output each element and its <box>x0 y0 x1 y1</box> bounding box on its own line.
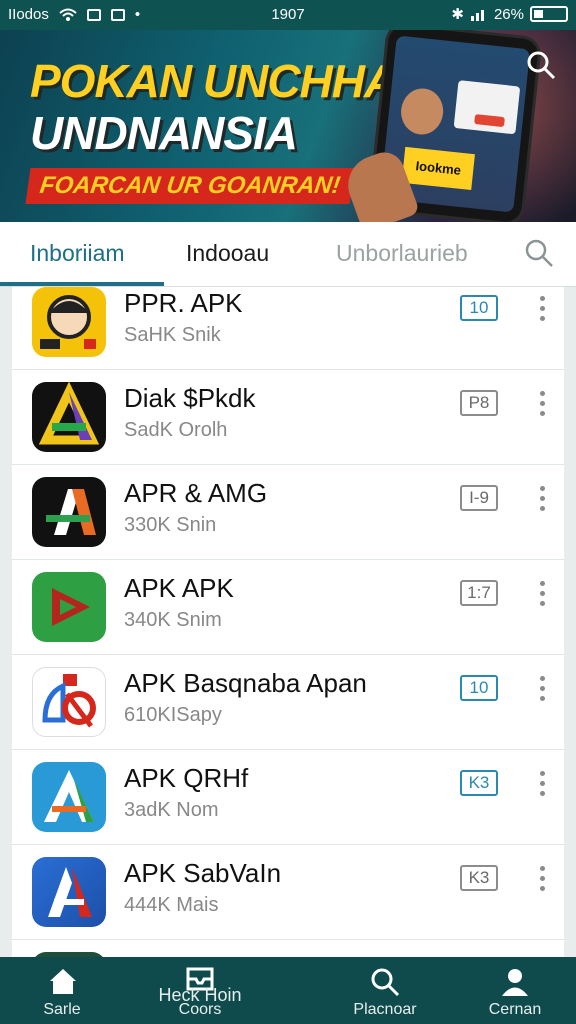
version-badge: K3 <box>460 865 498 891</box>
play-logo-icon <box>52 588 90 626</box>
person-illustration <box>398 86 446 137</box>
search-icon[interactable] <box>526 50 556 80</box>
list-item[interactable]: APR & AMG 330K Snin I-9 <box>12 464 564 560</box>
version-badge: 10 <box>460 675 498 701</box>
status-bar: IIodos • 1907 ✱ 26% <box>0 0 576 30</box>
app-title: PPR. APK <box>124 288 243 318</box>
more-icon[interactable] <box>538 771 546 799</box>
more-icon[interactable] <box>538 296 546 324</box>
app-icon <box>32 572 106 642</box>
app-icon <box>32 762 106 832</box>
more-icon[interactable] <box>538 486 546 514</box>
drop-logo-icon <box>42 674 96 728</box>
phone-label: Iookme <box>401 146 475 191</box>
tab-inboriiam[interactable]: Inboriiam <box>30 240 125 267</box>
app-subtitle: 444K Mais <box>124 894 219 916</box>
app-icon <box>32 287 106 357</box>
app-icon <box>32 667 106 737</box>
signal-icon <box>470 10 484 21</box>
tab-unborlaurieb[interactable]: Unborlaurieb <box>336 240 468 267</box>
face-logo-icon <box>40 295 96 349</box>
more-icon[interactable] <box>538 581 546 609</box>
app-list: PPR. APK SaHK Snik 10 Diak $Pkdk SadK Or… <box>12 287 564 957</box>
a-logo-icon <box>44 770 94 822</box>
app-subtitle: SadK Orolh <box>124 419 228 441</box>
active-tab-indicator <box>0 282 164 286</box>
list-item[interactable]: PPR. APK SaHK Snik 10 <box>12 287 564 370</box>
list-item[interactable]: APK APK 340K Snim 1:7 <box>12 559 564 655</box>
person-icon <box>502 969 528 996</box>
battery-percent: 26% <box>493 5 524 23</box>
list-item[interactable]: APK Basqnaba Apan 610KISapy 10 <box>12 654 564 750</box>
version-badge: 1:7 <box>460 580 498 606</box>
banner-tagline: FOARCAN UR GOANRAN! <box>25 168 355 204</box>
app-title: Diak $Pkdk <box>124 383 256 413</box>
app-icon <box>32 382 106 452</box>
search-icon <box>371 968 400 997</box>
app-title: APK QRHf <box>124 763 249 793</box>
app-title: APR & AMG <box>124 478 268 508</box>
triangle-logo-icon <box>38 382 100 445</box>
bluetooth-icon: ✱ <box>451 6 464 23</box>
home-icon <box>50 969 76 994</box>
a-logo-icon <box>46 489 96 535</box>
more-icon[interactable] <box>538 866 546 894</box>
search-icon[interactable] <box>524 238 554 268</box>
nav-label: Coors <box>178 1001 222 1018</box>
app-title: APK Basqnaba Apan <box>124 668 367 698</box>
banner-headline-2: UNDNANSIA <box>30 107 298 159</box>
more-icon[interactable] <box>538 391 546 419</box>
version-badge: 10 <box>460 295 498 321</box>
more-icon[interactable] <box>538 676 546 704</box>
list-item[interactable] <box>12 939 564 957</box>
nav-item-search[interactable]: Placnoar <box>330 957 440 1024</box>
version-badge: P8 <box>460 390 498 416</box>
a-logo-icon <box>48 867 92 917</box>
app-title: APK SabVaIn <box>124 858 282 888</box>
promo-banner[interactable]: POKAN UNCHHA UNDNANSIA FOARCAN UR GOANRA… <box>0 30 576 222</box>
nav-label: Placnoar <box>353 1001 417 1018</box>
banner-headline-1: POKAN UNCHHA <box>30 55 397 107</box>
version-badge: I-9 <box>460 485 498 511</box>
nav-label: Sarle <box>43 1001 81 1018</box>
tab-indooau[interactable]: Indooau <box>186 240 269 267</box>
app-subtitle: 610KISapy <box>124 704 222 726</box>
app-icon <box>32 477 106 547</box>
nav-item-profile[interactable]: Cernan <box>470 957 560 1024</box>
version-badge: K3 <box>460 770 498 796</box>
list-item[interactable]: APK QRHf 3adK Nom K3 <box>12 749 564 845</box>
nav-label: Cernan <box>488 1001 542 1018</box>
nav-item-inbox[interactable]: Heck Hoin Coors <box>140 957 260 1024</box>
battery-icon <box>530 6 568 22</box>
bottom-nav: Sarle Heck Hoin Coors Placnoar Cernan <box>0 957 576 1024</box>
tab-bar: Inboriiam Indooau Unborlaurieb <box>0 222 576 287</box>
app-title: APK APK <box>124 573 234 603</box>
app-icon <box>32 857 106 927</box>
app-subtitle: 330K Snin <box>124 514 217 536</box>
screen-card <box>453 80 521 135</box>
nav-item-home[interactable]: Sarle <box>20 957 104 1024</box>
list-item[interactable]: Diak $Pkdk SadK Orolh P8 <box>12 369 564 465</box>
app-subtitle: 3adK Nom <box>124 799 219 821</box>
list-item[interactable]: APK SabVaIn 444K Mais K3 <box>12 844 564 940</box>
app-subtitle: 340K Snim <box>124 609 222 631</box>
app-subtitle: SaHK Snik <box>124 324 221 346</box>
